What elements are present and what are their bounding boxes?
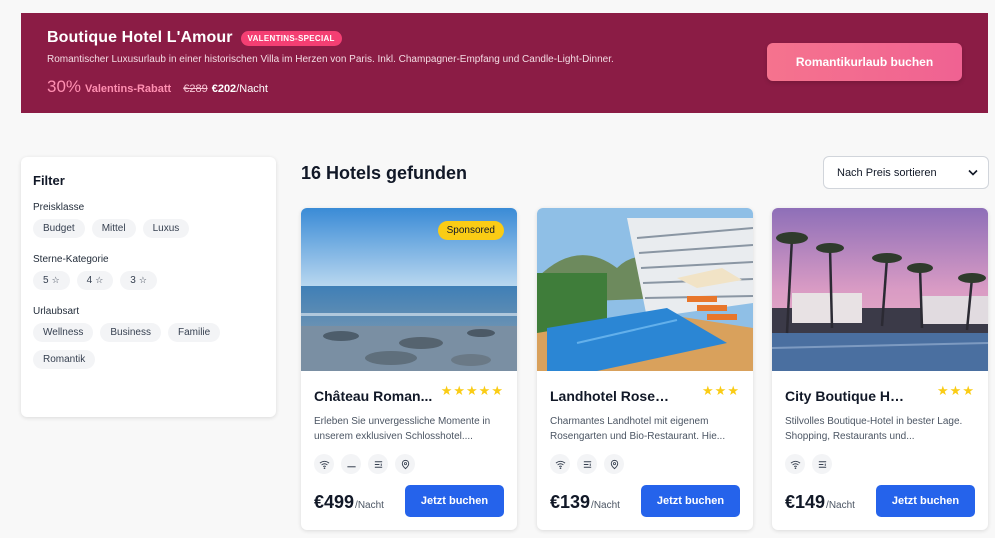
- discount-value: 30%: [47, 77, 82, 96]
- wifi-icon: [314, 454, 334, 474]
- filter-chip-5-stars[interactable]: 5 ☆: [33, 271, 70, 290]
- filter-group-label-type: Urlaubsart: [33, 306, 80, 317]
- hotel-name[interactable]: City Boutique Hotel: [785, 388, 905, 404]
- star-rating: ★★★★★: [440, 383, 504, 398]
- new-price: €202: [211, 83, 237, 95]
- banner-title-row: Boutique Hotel L'Amour VALENTINS-SPECIAL: [47, 29, 342, 47]
- sponsored-badge: Sponsored: [437, 221, 504, 240]
- restaurant-icon: [812, 454, 832, 474]
- filter-chip-wellness[interactable]: Wellness: [33, 323, 94, 342]
- hotel-card[interactable]: City Boutique Hotel ★★★ Stilvolles Bouti…: [772, 208, 988, 530]
- filter-title: Filter: [33, 173, 65, 188]
- banner-description: Romantischer Luxusurlaub in einer histor…: [47, 54, 614, 65]
- book-romantic-button[interactable]: Romantikurlaub buchen: [767, 43, 962, 81]
- amenities-list: [550, 454, 624, 474]
- filter-chip-3-stars[interactable]: 3 ☆: [120, 271, 157, 290]
- hotel-image-pool: [537, 208, 753, 371]
- per-night-label: /Nacht: [826, 500, 855, 511]
- star-outline-icon: ☆: [138, 275, 147, 285]
- filter-chips-type: Wellness Business Familie Romantik: [33, 323, 264, 369]
- promo-banner: Boutique Hotel L'Amour VALENTINS-SPECIAL…: [21, 13, 988, 113]
- per-night-label: /Nacht: [236, 83, 268, 95]
- filter-chips-stars: 5 ☆ 4 ☆ 3 ☆: [33, 271, 264, 290]
- location-icon: [604, 454, 624, 474]
- restaurant-icon: [368, 454, 388, 474]
- per-night-label: /Nacht: [591, 500, 620, 511]
- star-rating: ★★★: [702, 383, 740, 398]
- wifi-icon: [785, 454, 805, 474]
- book-now-button[interactable]: Jetzt buchen: [641, 485, 740, 517]
- hotel-description: Erleben Sie unvergessliche Momente in un…: [314, 416, 491, 442]
- chip-label: 4: [86, 275, 93, 286]
- price-block: €149 /Nacht: [785, 492, 855, 513]
- location-icon: [395, 454, 415, 474]
- filter-chip-familie[interactable]: Familie: [167, 323, 221, 342]
- amenities-list: [314, 454, 415, 474]
- hotel-description: Stilvolles Boutique-Hotel in bester Lage…: [785, 416, 963, 442]
- hotel-name[interactable]: Landhotel Rosengar...: [550, 388, 670, 404]
- hotel-image-palms: [772, 208, 988, 371]
- price-block: €139 /Nacht: [550, 492, 620, 513]
- results-count-title: 16 Hotels gefunden: [301, 163, 468, 183]
- price-block: €499 /Nacht: [314, 492, 384, 513]
- filter-group-label-stars: Sterne-Kategorie: [33, 254, 109, 265]
- star-outline-icon: ☆: [95, 275, 104, 285]
- sort-select[interactable]: Nach Preis sortieren: [823, 156, 989, 189]
- filter-chip-mittel[interactable]: Mittel: [91, 219, 136, 238]
- hotel-card[interactable]: Sponsored Château Roman... ★★★★★ Erleben…: [301, 208, 517, 530]
- banner-title: Boutique Hotel L'Amour: [47, 29, 233, 46]
- old-price: €289: [183, 83, 208, 95]
- book-now-button[interactable]: Jetzt buchen: [876, 485, 975, 517]
- amenities-list: [785, 454, 832, 474]
- special-badge: VALENTINS-SPECIAL: [240, 30, 342, 46]
- price-value: €149: [785, 492, 826, 512]
- star-rating: ★★★: [937, 383, 975, 398]
- discount-label: Valentins-Rabatt: [85, 83, 172, 95]
- restaurant-icon: [577, 454, 597, 474]
- sort-select-value: Nach Preis sortieren: [837, 166, 937, 179]
- filter-chip-4-stars[interactable]: 4 ☆: [76, 271, 114, 290]
- filter-chip-budget[interactable]: Budget: [33, 219, 85, 238]
- hotel-description: Charmantes Landhotel mit eigenem Rosenga…: [550, 416, 726, 442]
- chip-label: 5: [43, 275, 49, 286]
- filter-panel: Filter Preisklasse Budget Mittel Luxus S…: [21, 157, 276, 417]
- filter-chips-price: Budget Mittel Luxus: [33, 219, 264, 238]
- filter-chip-romantik[interactable]: Romantik: [33, 350, 96, 369]
- book-now-button[interactable]: Jetzt buchen: [405, 485, 504, 517]
- per-night-label: /Nacht: [355, 500, 384, 511]
- hotel-name[interactable]: Château Roman...: [314, 388, 434, 404]
- bed-icon: [341, 454, 361, 474]
- chip-label: 3: [130, 275, 136, 286]
- price-value: €499: [314, 492, 355, 512]
- banner-price-row: 30% Valentins-Rabatt €289 €202 /Nacht: [47, 77, 268, 97]
- filter-chip-business[interactable]: Business: [100, 323, 161, 342]
- hotel-card[interactable]: Landhotel Rosengar... ★★★ Charmantes Lan…: [537, 208, 753, 530]
- chevron-down-icon: [968, 168, 978, 178]
- wifi-icon: [550, 454, 570, 474]
- price-value: €139: [550, 492, 591, 512]
- filter-group-label-price: Preisklasse: [33, 202, 85, 213]
- star-outline-icon: ☆: [51, 275, 60, 285]
- filter-chip-luxus[interactable]: Luxus: [142, 219, 190, 238]
